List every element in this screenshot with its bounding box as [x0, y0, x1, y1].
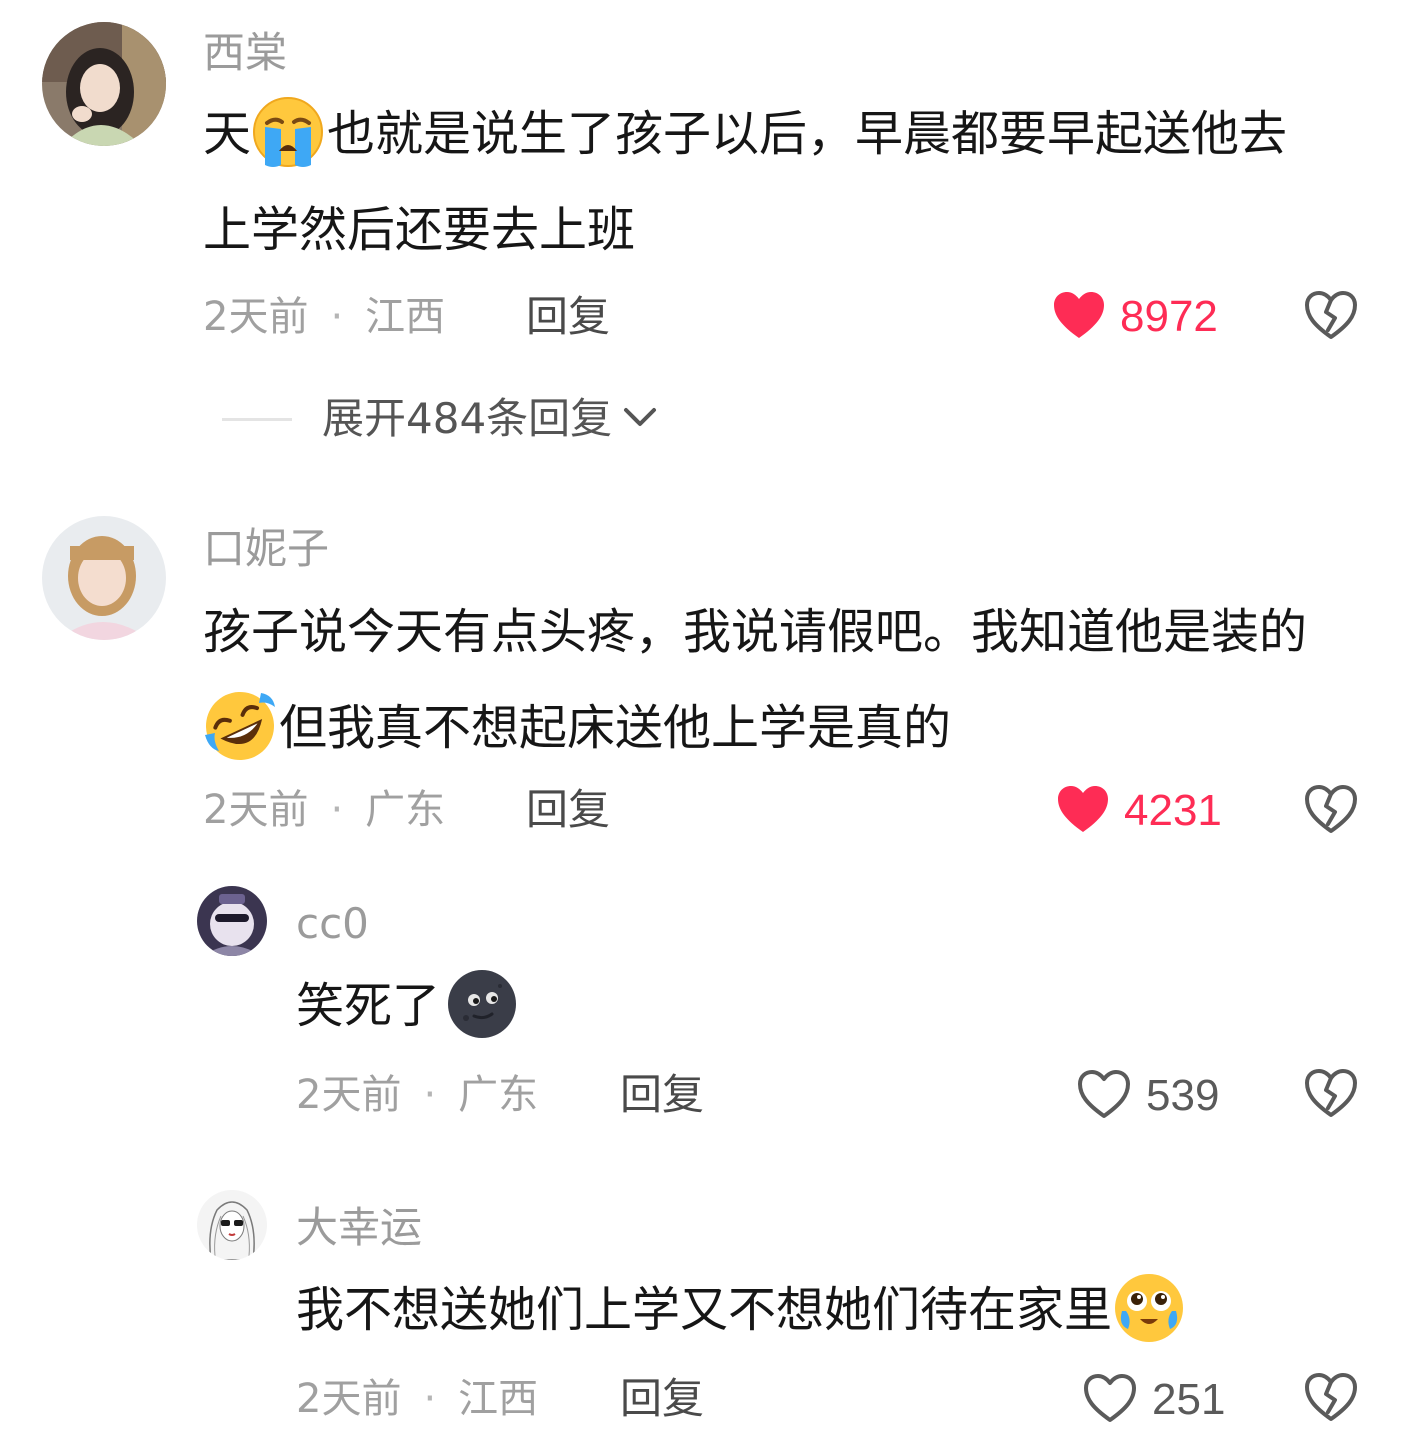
broken-heart-icon[interactable] — [1304, 1372, 1358, 1426]
avatar[interactable] — [197, 1190, 267, 1260]
pleading-face-tears-icon — [1112, 1271, 1186, 1345]
reply-text-content: 我不想送她们上学又不想她们待在家里 — [296, 1282, 1113, 1338]
reply-button[interactable]: 回复 — [620, 1378, 704, 1420]
like-count: 251 — [1152, 1375, 1226, 1424]
reply-meta: 2天前 · 江西 — [296, 1379, 538, 1419]
reply-location: 江西 — [458, 1376, 539, 1422]
meta-separator: · — [423, 1376, 437, 1422]
reply-text: 我不想送她们上学又不想她们待在家里 — [296, 1262, 1188, 1358]
reply-username[interactable]: 大幸运 — [296, 1207, 422, 1249]
reply-time: 2天前 — [296, 1376, 402, 1422]
like-button[interactable]: 251 — [1082, 1372, 1225, 1428]
reply-item: 大幸运 我不想送她们上学又不想她们待在家里 2天前 · 江西 回复 251 — [0, 0, 1423, 1443]
heart-outline-icon — [1082, 1372, 1138, 1428]
